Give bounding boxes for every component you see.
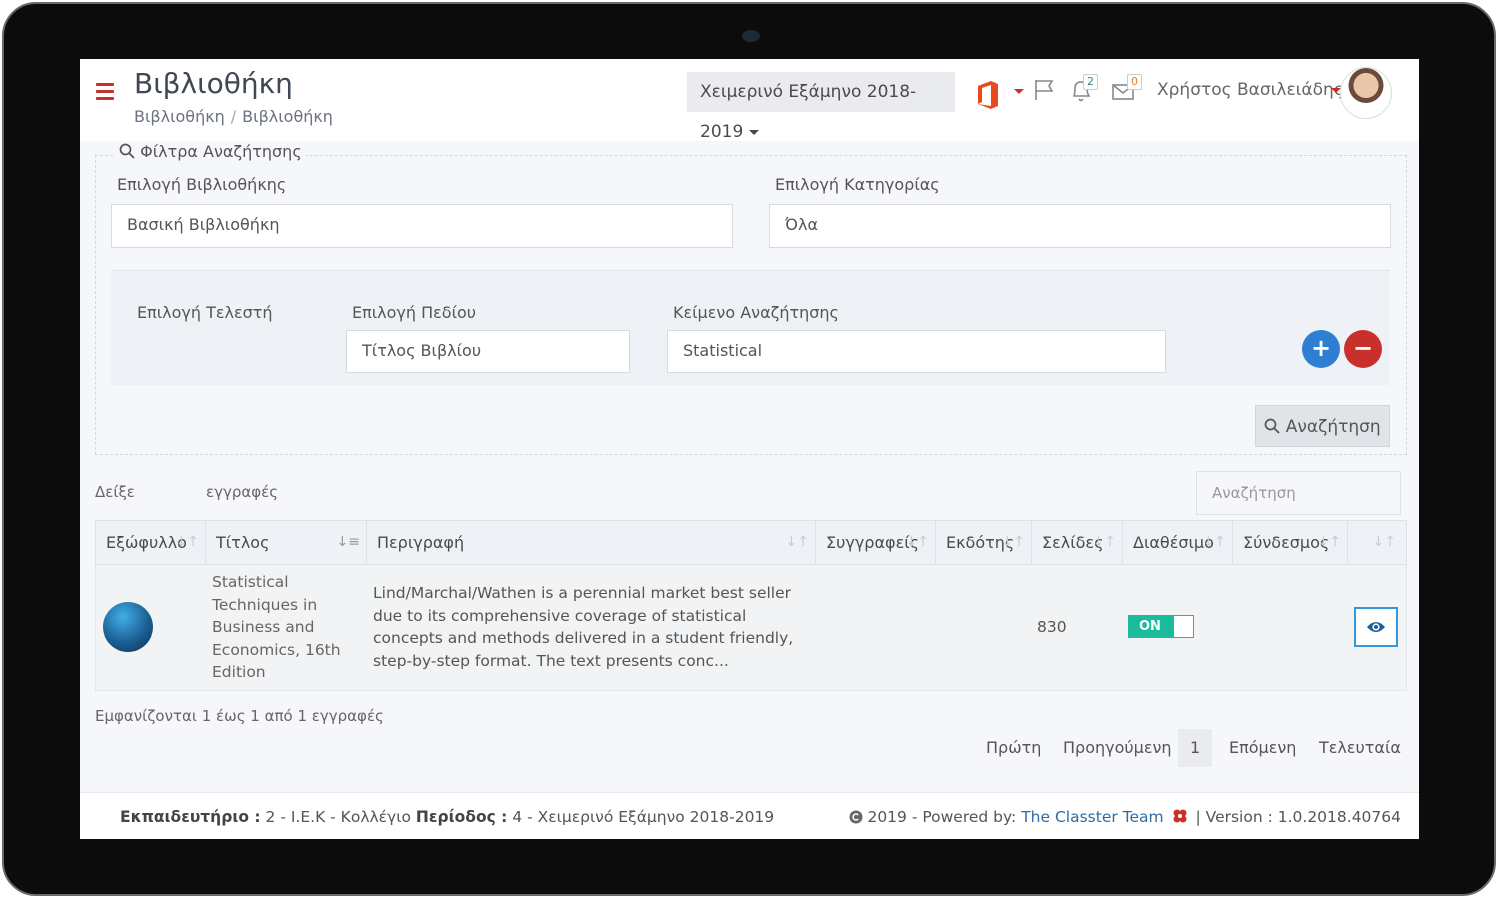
column-label: Περιγραφή: [377, 533, 465, 552]
plus-icon: +: [1310, 334, 1332, 362]
period-key: Περίοδος :: [415, 808, 508, 826]
column-header[interactable]: Σύνδεσμος ↓↑: [1233, 521, 1348, 564]
page-title: Βιβλιοθήκη: [134, 67, 293, 100]
library-label: Επιλογή Βιβλιοθήκης: [117, 175, 287, 194]
period-value: 4 - Χειμερινό Εξάμηνο 2018-2019: [512, 808, 775, 826]
app-screen: Βιβλιοθήκη Βιβλιοθήκη / Βιβλιοθήκη Χειμερι…: [80, 59, 1419, 839]
filters-legend: Φίλτρα Αναζήτησης: [115, 142, 306, 161]
table-header: Εξώφυλλο ↓↑ Τίτλος ↓≡ Περιγραφή ↓↑ Συγγραφε…: [95, 520, 1407, 565]
book-cover-image: [103, 602, 153, 652]
column-header[interactable]: Συγγραφείς ↓↑: [816, 521, 936, 564]
copyright-text: 2019 - Powered by:: [867, 808, 1017, 826]
avatar[interactable]: [1340, 67, 1392, 119]
sort-icon: ↓↑: [785, 534, 809, 550]
search-text-label: Κείμενο Αναζήτησης: [673, 303, 839, 322]
search-button[interactable]: Αναζήτηση: [1255, 405, 1390, 447]
copyright-icon: [849, 810, 863, 824]
column-header[interactable]: Περιγραφή ↓↑: [367, 521, 816, 564]
sort-icon: ↓↑: [175, 534, 199, 550]
pagination-next[interactable]: Επόμενη: [1229, 729, 1296, 767]
chevron-down-icon[interactable]: [1014, 89, 1024, 94]
sort-icon: ↓↑: [1372, 534, 1396, 550]
search-icon: [1264, 418, 1280, 434]
sort-icon: ↓↑: [1001, 534, 1025, 550]
classter-team-link[interactable]: The Classter Team: [1021, 808, 1163, 826]
pagination-last[interactable]: Τελευταία: [1319, 729, 1401, 767]
column-header[interactable]: ↓↑: [1348, 521, 1406, 564]
toggle-on-label: ON: [1129, 616, 1174, 637]
column-header[interactable]: Τίτλος ↓≡: [206, 521, 367, 564]
remove-condition-button[interactable]: −: [1344, 330, 1382, 368]
school-key: Εκπαιδευτήριο :: [120, 808, 261, 826]
search-icon: [119, 143, 135, 159]
search-button-label: Αναζήτηση: [1285, 417, 1381, 437]
field-label: Επιλογή Πεδίου: [352, 303, 477, 322]
sort-active-icon: ↓≡: [336, 534, 360, 550]
messages-badge: 0: [1127, 74, 1142, 90]
column-label: Τίτλος: [216, 533, 270, 552]
breadcrumb-separator: /: [230, 107, 237, 126]
column-header[interactable]: Εξώφυλλο ↓↑: [96, 521, 206, 564]
column-label: Σύνδεσμος: [1243, 533, 1330, 552]
available-toggle[interactable]: ON: [1128, 615, 1194, 638]
breadcrumb: Βιβλιοθήκη / Βιβλιοθήκη: [134, 107, 333, 126]
sort-icon: ↓↑: [905, 534, 929, 550]
breadcrumb-item[interactable]: Βιβλιοθήκη: [134, 107, 225, 126]
category-label: Επιλογή Κατηγορίας: [775, 175, 940, 194]
filters-legend-text: Φίλτρα Αναζήτησης: [140, 142, 302, 161]
pagination-current-page[interactable]: 1: [1178, 729, 1213, 767]
classter-logo-icon: [1173, 809, 1187, 823]
footer: Εκπαιδευτήριο : 2 - I.E.K - Κολλέγιο Περ…: [80, 792, 1419, 839]
semester-value: Χειμερινό Εξάμηνο 2018-2019: [700, 82, 917, 142]
field-select[interactable]: Τίτλος Βιβλίου: [346, 330, 630, 373]
school-value: 2 - I.E.K - Κολλέγιο: [265, 808, 411, 826]
footer-school-info: Εκπαιδευτήριο : 2 - I.E.K - Κολλέγιο Περ…: [120, 808, 774, 826]
semester-select[interactable]: Χειμερινό Εξάμηνο 2018-2019: [687, 72, 955, 142]
menu-icon[interactable]: [96, 83, 114, 104]
table-search-input[interactable]: Αναζήτηση: [1196, 471, 1401, 515]
show-label: Δείξε: [95, 483, 135, 501]
column-header[interactable]: Εκδότης ↓↑: [936, 521, 1032, 564]
notifications-badge: 2: [1083, 74, 1098, 90]
sort-icon: ↓↑: [1092, 534, 1116, 550]
version-text: | Version : 1.0.2018.40764: [1195, 808, 1401, 826]
camera: [742, 30, 760, 42]
breadcrumb-item: Βιβλιοθήκη: [242, 107, 333, 126]
table-row: Statistical Techniques in Business and E…: [95, 565, 1407, 691]
minus-icon: −: [1352, 334, 1374, 362]
book-description: Lind/Marchal/Wathen is a perennial marke…: [373, 584, 794, 670]
column-header[interactable]: Διαθέσιμο ↓↑: [1123, 521, 1233, 564]
category-select[interactable]: Όλα: [769, 204, 1391, 248]
pagination-previous[interactable]: Προηγούμενη: [1063, 729, 1172, 767]
operator-label: Επιλογή Τελεστή: [137, 303, 273, 322]
book-pages: 830: [1037, 618, 1067, 636]
office-icon[interactable]: [976, 81, 1000, 113]
column-header[interactable]: Σελίδες ↓↑: [1032, 521, 1123, 564]
table-info: Εμφανίζονται 1 έως 1 από 1 εγγραφές: [95, 707, 384, 725]
library-select[interactable]: Βασική Βιβλιοθήκη: [111, 204, 733, 248]
add-condition-button[interactable]: +: [1302, 330, 1340, 368]
user-name[interactable]: Χρήστος Βασιλειάδης: [1157, 80, 1344, 100]
sort-icon: ↓↑: [1317, 534, 1341, 550]
view-button[interactable]: [1354, 607, 1398, 647]
top-header: Βιβλιοθήκη Βιβλιοθήκη / Βιβλιοθήκη Χειμερι…: [80, 59, 1419, 142]
footer-credits: 2019 - Powered by: The Classter Team | V…: [849, 808, 1401, 826]
flag-icon[interactable]: [1033, 79, 1057, 105]
sort-icon: ↓↑: [1202, 534, 1226, 550]
eye-icon: [1367, 622, 1385, 632]
search-text-input[interactable]: Statistical: [667, 330, 1166, 373]
chevron-down-icon: [749, 129, 760, 135]
records-label: εγγραφές: [206, 483, 279, 501]
pagination-first[interactable]: Πρώτη: [986, 729, 1041, 767]
book-title: Statistical Techniques in Business and E…: [212, 573, 341, 681]
